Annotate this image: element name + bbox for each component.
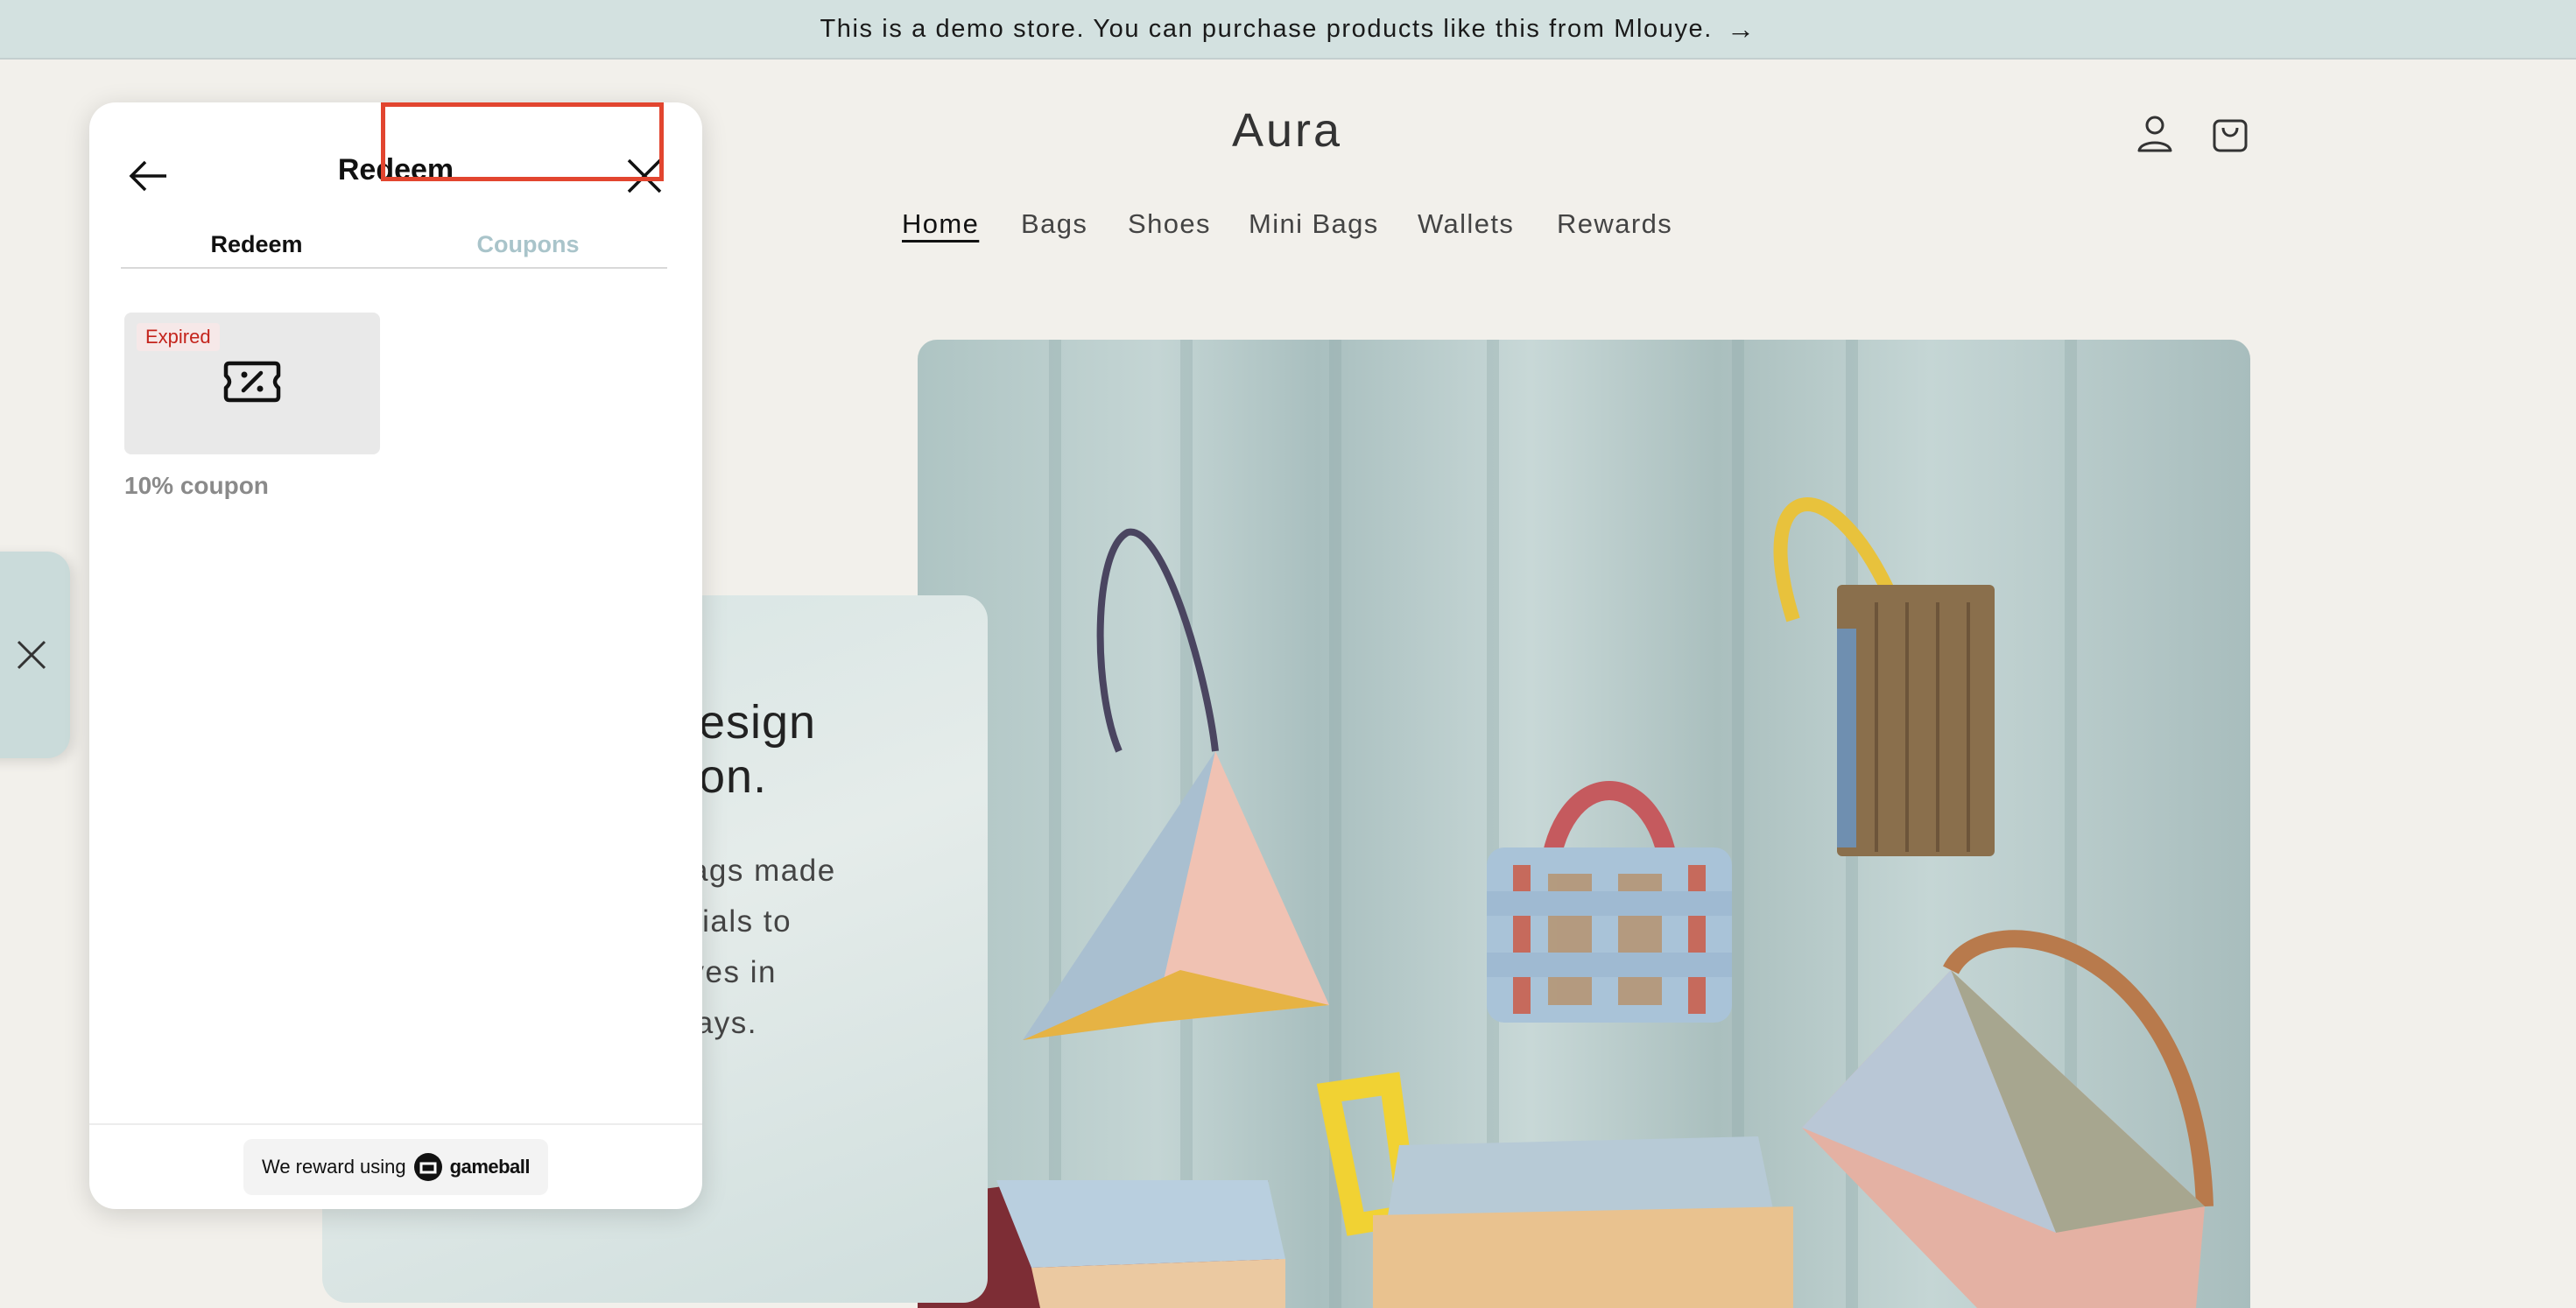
percent-ticket-icon bbox=[223, 361, 281, 403]
bags-illustration bbox=[918, 340, 2214, 1308]
back-arrow-icon[interactable] bbox=[128, 155, 170, 197]
nav-item-wallets[interactable]: Wallets bbox=[1418, 208, 1514, 240]
cart-icon[interactable] bbox=[2209, 112, 2251, 154]
rewards-widget: Redeem Redeem Coupons Expired 10% coupon… bbox=[89, 102, 702, 1209]
announcement-text: This is a demo store. You can purchase p… bbox=[820, 14, 1713, 43]
tab-coupons[interactable]: Coupons bbox=[392, 220, 664, 269]
widget-title: Redeem bbox=[337, 153, 454, 186]
widget-tabs: Redeem Coupons bbox=[121, 220, 667, 269]
nav-item-rewards[interactable]: Rewards bbox=[1557, 208, 1672, 240]
coupon-name: 10% coupon bbox=[124, 472, 269, 499]
nav-item-mini-bags[interactable]: Mini Bags bbox=[1249, 208, 1379, 240]
gameball-brand: gameball bbox=[449, 1156, 531, 1178]
tab-redeem[interactable]: Redeem bbox=[121, 220, 392, 269]
footer-divider bbox=[89, 1123, 702, 1125]
announcement-bar[interactable]: This is a demo store. You can purchase p… bbox=[0, 0, 2576, 60]
close-icon[interactable] bbox=[16, 639, 47, 671]
close-icon[interactable] bbox=[625, 157, 664, 195]
account-icon[interactable] bbox=[2134, 112, 2176, 154]
coupon-card[interactable]: Expired bbox=[124, 313, 380, 454]
nav-item-home[interactable]: Home bbox=[902, 208, 979, 240]
hero-image bbox=[918, 340, 2250, 1308]
powered-by-badge[interactable]: We reward using gameball bbox=[243, 1139, 548, 1195]
powered-by-text: We reward using bbox=[261, 1156, 406, 1178]
rewards-launcher[interactable] bbox=[0, 552, 70, 758]
arrow-right-icon: → bbox=[1726, 12, 1756, 45]
gameball-logo-icon bbox=[413, 1153, 442, 1181]
nav-item-bags[interactable]: Bags bbox=[1021, 208, 1087, 240]
store-logo[interactable]: Aura bbox=[1138, 103, 1436, 158]
status-badge: Expired bbox=[137, 323, 220, 351]
nav-item-shoes[interactable]: Shoes bbox=[1128, 208, 1211, 240]
